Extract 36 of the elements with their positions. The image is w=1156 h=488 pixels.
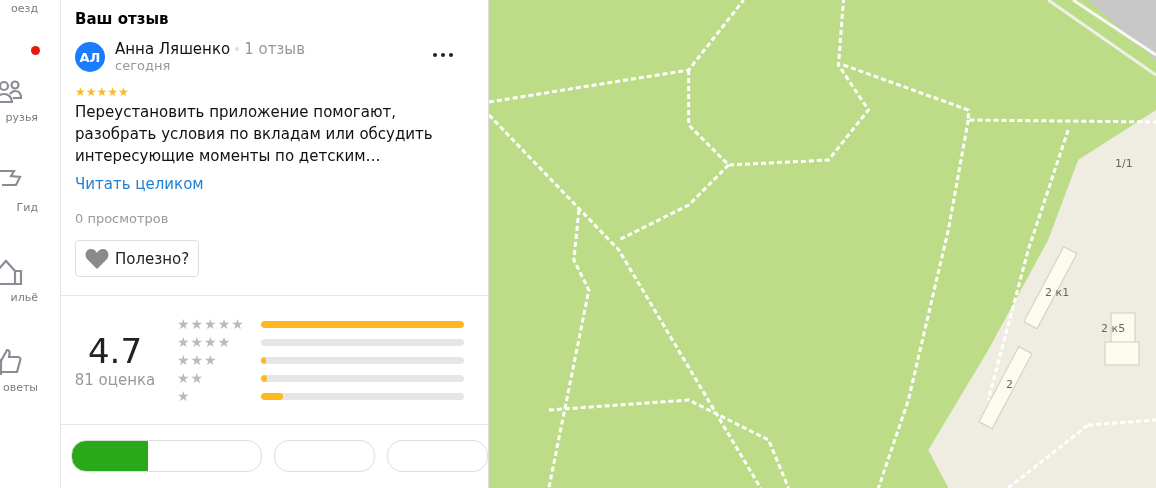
house-icon[interactable]	[0, 257, 24, 287]
useful-button[interactable]: Полезно?	[75, 240, 200, 277]
star-icon: ★	[118, 85, 129, 99]
map-view[interactable]: 1/1 2 к1 2 к5 2	[489, 0, 1156, 488]
thumb-icon[interactable]	[0, 347, 24, 377]
star-label: ★★★★★	[177, 316, 246, 332]
sidebar-item-label[interactable]: ильё	[10, 291, 38, 304]
rating-count: 81 оценка	[74, 371, 156, 389]
section-heading: Ваш отзыв	[75, 10, 170, 28]
heart-icon	[85, 248, 109, 269]
review-count: 1 отзыв	[244, 40, 306, 58]
tab-button[interactable]	[71, 440, 262, 472]
star-label: ★	[177, 388, 192, 404]
star-icon: ★	[85, 85, 97, 99]
map-label: 2 к5	[1101, 322, 1126, 335]
author-name[interactable]: Анна Ляшенко	[115, 40, 231, 58]
sidebar-item-label[interactable]: рузья	[5, 111, 38, 124]
map-label: 2 к1	[1045, 286, 1070, 299]
star-label: ★★★★	[177, 334, 233, 350]
rating-score: 4.7	[87, 331, 143, 371]
map-label: 1/1	[1115, 157, 1133, 170]
review-date: сегодня	[115, 58, 172, 73]
star-icon: ★	[75, 85, 86, 99]
sidebar-item-label[interactable]: оветы	[2, 381, 38, 394]
more-icon[interactable]	[432, 52, 454, 58]
sidebar-item-label[interactable]: Гид	[16, 201, 38, 214]
map-label: 2	[1006, 378, 1013, 391]
avatar-initials: АЛ	[75, 42, 105, 72]
star-label: ★★★	[177, 352, 219, 368]
review-text: Переустановить приложение помогают, разобрать условия по вкладам или обсудить интересующие моменты по детским…	[75, 102, 434, 167]
sidebar-item-label[interactable]: оезд	[11, 2, 38, 15]
star-icon: ★	[96, 85, 108, 99]
views-count: 0 просмотров	[75, 211, 170, 226]
read-more-link[interactable]: Читать целиком	[75, 175, 204, 193]
star-icon: ★	[107, 85, 119, 99]
star-label: ★★	[177, 370, 206, 386]
